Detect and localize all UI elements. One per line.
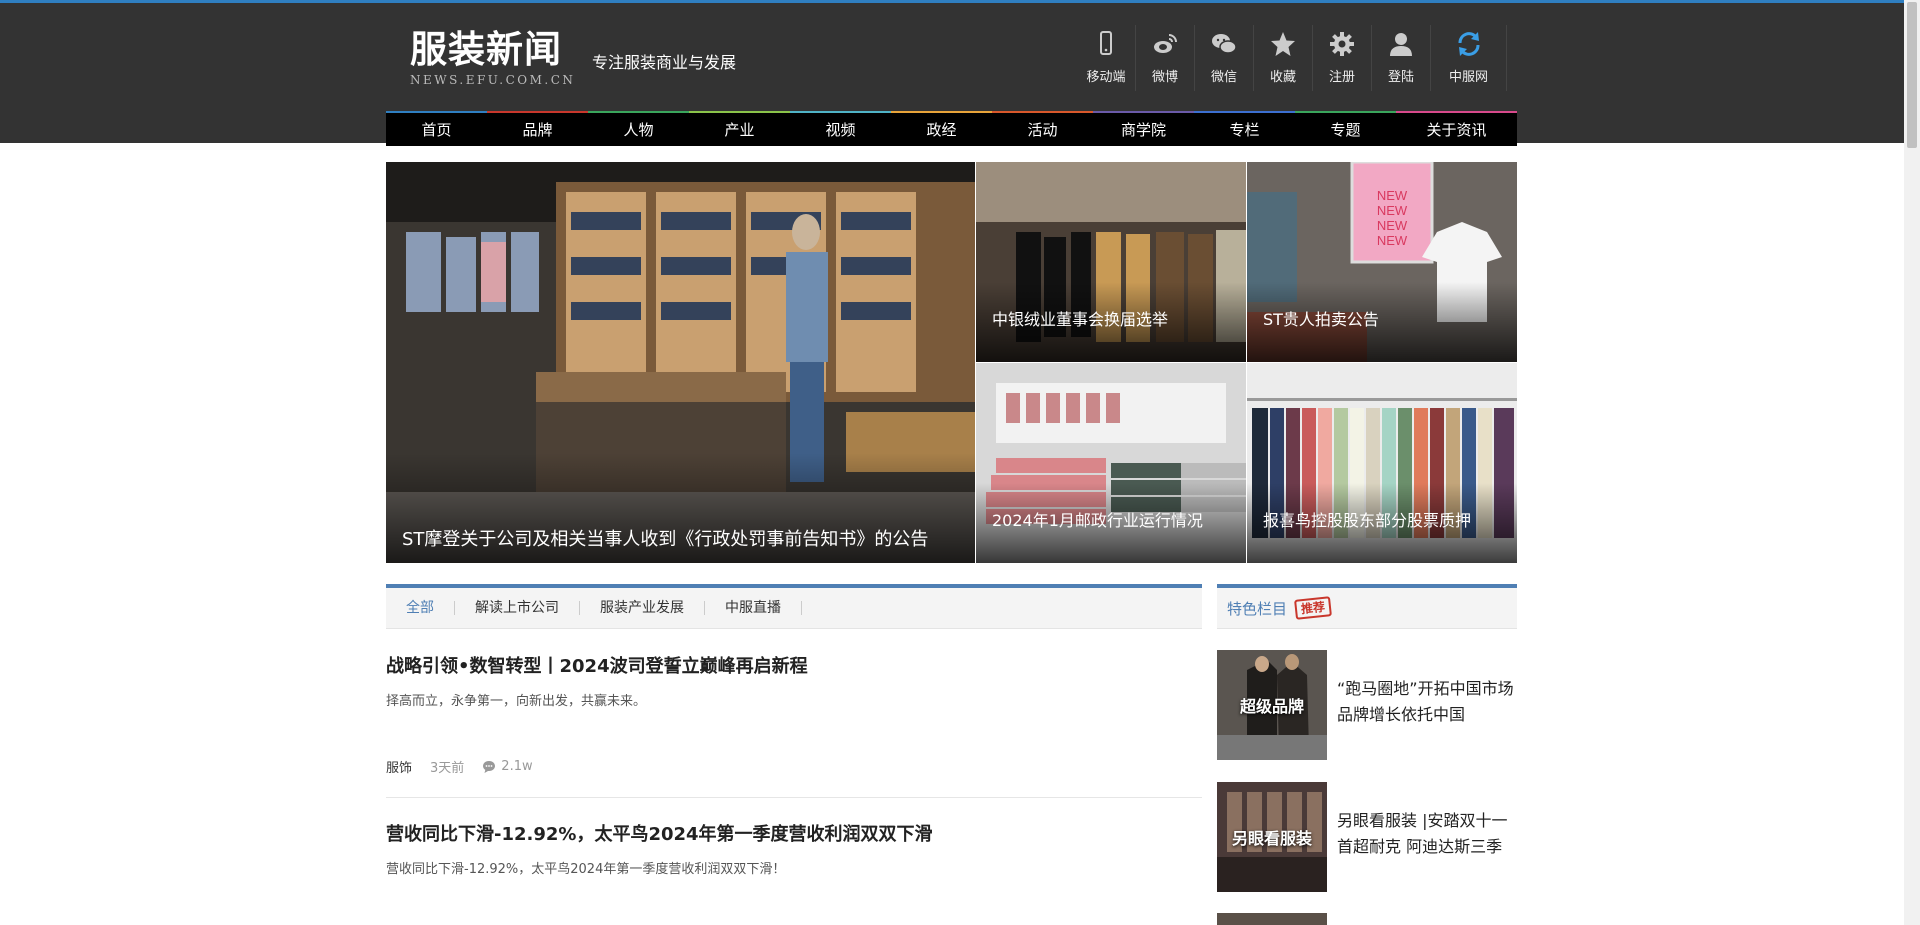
header-tools: 移动端 微博 微信 收藏 注册 登陆 中服网 <box>1077 25 1507 91</box>
thumbnail-label: 另眼看服装 <box>1231 829 1312 848</box>
site-logo[interactable]: 服装新闻 NEWS.EFU.COM.CN <box>410 29 575 87</box>
tab-industry[interactable]: 服装产业发展 <box>580 601 705 615</box>
scrollbar-thumb[interactable] <box>1907 2 1917 148</box>
wechat-link[interactable]: 微信 <box>1195 25 1254 91</box>
nav-item[interactable]: 商学院 <box>1093 111 1194 146</box>
login-link[interactable]: 登陆 <box>1372 25 1431 91</box>
sidebar-header: 特色栏目 推荐 <box>1217 584 1517 629</box>
user-icon <box>1390 33 1412 56</box>
svg-text:NEW: NEW <box>1377 203 1408 218</box>
featured-bottom-left[interactable]: 2024年1月邮政行业运行情况 <box>976 363 1246 563</box>
thumbnail-label: 超级品牌 <box>1239 697 1304 716</box>
column-headline: 另眼看服装 |安踏双十一首超耐克 阿迪达斯三季 <box>1337 811 1508 856</box>
tool-label: 中服网 <box>1448 70 1488 85</box>
article-item: 营收同比下滑-12.92%，太平鸟2024年第一季度营收利润双双下滑 营收同比下… <box>386 820 1202 877</box>
site-slogan: 专注服装商业与发展 <box>592 53 737 72</box>
mobile-icon <box>1100 31 1112 55</box>
nav-item[interactable]: 人物 <box>588 111 689 146</box>
nav-item[interactable]: 关于资讯 <box>1396 111 1517 146</box>
tab-all[interactable]: 全部 <box>386 601 455 615</box>
nav-item[interactable]: 专栏 <box>1194 111 1295 146</box>
tool-label: 收藏 <box>1269 70 1296 85</box>
site-header: 服装新闻 NEWS.EFU.COM.CN 专注服装商业与发展 移动端 微博 微信… <box>0 0 1904 146</box>
tab-listed-companies[interactable]: 解读上市公司 <box>455 601 580 615</box>
nav-item[interactable]: 政经 <box>891 111 992 146</box>
favorite-link[interactable]: 收藏 <box>1254 25 1313 91</box>
article-title[interactable]: 战略引领•数智转型丨2024波司登誓立巅峰再启新程 <box>386 652 1202 678</box>
svg-text:NEW: NEW <box>1377 233 1408 248</box>
article-divider <box>386 797 1202 798</box>
column-thumbnail <box>1217 913 1327 925</box>
recommend-stamp: 推荐 <box>1294 596 1332 620</box>
featured-top-right[interactable]: NEW NEW NEW NEW ST贵人拍卖公告 <box>1247 162 1517 362</box>
logo-title: 服装新闻 <box>410 27 562 71</box>
tool-label: 注册 <box>1328 70 1355 85</box>
featured-main[interactable]: ST摩登关于公司及相关当事人收到《行政处罚事前告知书》的公告 <box>386 162 975 563</box>
gear-icon <box>1330 32 1354 56</box>
weibo-icon <box>1154 34 1177 53</box>
logo-domain: NEWS.EFU.COM.CN <box>410 73 576 87</box>
nav-item[interactable]: 首页 <box>386 111 487 146</box>
wechat-icon <box>1212 34 1237 54</box>
tab-live[interactable]: 中服直播 <box>705 601 802 615</box>
weibo-link[interactable]: 微博 <box>1136 25 1195 91</box>
nav-item[interactable]: 活动 <box>992 111 1093 146</box>
tool-label: 移动端 <box>1086 70 1126 85</box>
nav-item[interactable]: 品牌 <box>487 111 588 146</box>
page-scrollbar[interactable] <box>1904 0 1920 925</box>
svg-text:NEW: NEW <box>1377 188 1408 203</box>
star-icon <box>1271 32 1295 56</box>
column-thumbnail: 另眼看服装 <box>1217 782 1327 892</box>
tool-label: 微博 <box>1151 70 1178 85</box>
article-summary: 择高而立，永争第一，向新出发，共赢未来。 <box>386 694 647 709</box>
refresh-icon <box>1458 32 1479 56</box>
column-thumbnail: 超级品牌 <box>1217 650 1327 760</box>
article-summary: 营收同比下滑-12.92%，太平鸟2024年第一季度营收利润双双下滑！ <box>386 862 786 877</box>
article-title[interactable]: 营收同比下滑-12.92%，太平鸟2024年第一季度营收利润双双下滑 <box>386 820 1202 846</box>
tool-label: 微信 <box>1210 70 1237 85</box>
tool-label: 登陆 <box>1387 70 1414 85</box>
featured-caption: 报喜鸟控股股东部分股票质押 <box>1247 483 1517 563</box>
featured-main-caption: ST摩登关于公司及相关当事人收到《行政处罚事前告知书》的公告 <box>386 453 975 563</box>
sidebar-column-item[interactable]: 超级品牌 “跑马圈地”开拓中国市场 品牌增长依托中国 <box>1217 650 1517 760</box>
comment-count: 2.1w <box>501 759 533 774</box>
featured-caption: 中银绒业董事会换届选举 <box>976 282 1246 362</box>
nav-item[interactable]: 专题 <box>1295 111 1396 146</box>
featured-bottom-right[interactable]: 报喜鸟控股股东部分股票质押 <box>1247 363 1517 563</box>
article-time: 3天前 <box>430 761 465 776</box>
nav-item[interactable]: 视频 <box>790 111 891 146</box>
article-meta: 服饰 3天前 2.1w <box>386 757 533 776</box>
sidebar-title: 特色栏目 <box>1227 599 1288 618</box>
featured-top-left[interactable]: 中银绒业董事会换届选举 <box>976 162 1246 362</box>
featured-caption: 2024年1月邮政行业运行情况 <box>976 483 1246 563</box>
mobile-link[interactable]: 移动端 <box>1077 25 1136 91</box>
svg-text:NEW: NEW <box>1377 218 1408 233</box>
article-comments: 2.1w <box>482 759 533 774</box>
column-headline: “跑马圈地”开拓中国市场 品牌增长依托中国 <box>1337 679 1514 724</box>
efu-home-link[interactable]: 中服网 <box>1431 25 1507 91</box>
main-nav: 首页 品牌 人物 产业 视频 政经 活动 商学院 专栏 专题 关于资讯 <box>386 111 1517 146</box>
nav-item[interactable]: 产业 <box>689 111 790 146</box>
sidebar-column-item[interactable] <box>1217 913 1517 925</box>
register-link[interactable]: 注册 <box>1313 25 1372 91</box>
article-tabs: 全部 解读上市公司 服装产业发展 中服直播 <box>386 584 1202 629</box>
article-category[interactable]: 服饰 <box>386 757 412 776</box>
article-item: 战略引领•数智转型丨2024波司登誓立巅峰再启新程 择高而立，永争第一，向新出发… <box>386 652 1202 709</box>
sidebar-column-item[interactable]: 另眼看服装 另眼看服装 |安踏双十一首超耐克 阿迪达斯三季 <box>1217 782 1517 892</box>
comment-icon <box>483 760 496 773</box>
featured-caption: ST贵人拍卖公告 <box>1247 282 1517 362</box>
